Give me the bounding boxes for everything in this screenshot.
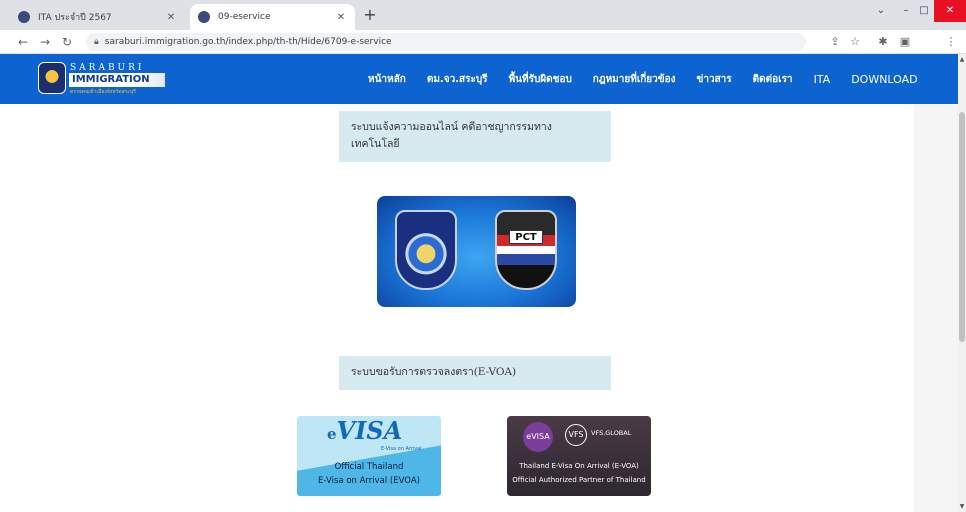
evisa-arrival-caption: E-Visa on Arrival	[381, 446, 422, 452]
lock-icon: 🔒︎	[94, 37, 99, 47]
immigration-favicon-icon	[18, 11, 30, 23]
share-icon[interactable]: ⇪	[826, 33, 844, 51]
scroll-up-icon[interactable]: ▲	[958, 56, 966, 63]
police-cybercrime-banner[interactable]: PCT	[377, 196, 576, 307]
close-icon[interactable]: ✕	[165, 12, 177, 23]
close-icon[interactable]: ✕	[335, 12, 347, 23]
evisa-badge: eVISA	[523, 422, 553, 452]
immigration-seal-icon	[38, 62, 66, 94]
tab-label: 09-eservice	[218, 12, 271, 22]
menu-laws[interactable]: กฎหมายที่เกี่ยวข้อง	[593, 72, 676, 87]
new-tab-button[interactable]: +	[360, 5, 380, 25]
scrollbar-thumb[interactable]	[959, 112, 965, 342]
logo-line-2: IMMIGRATION	[69, 73, 165, 87]
evisa-official-banner[interactable]: eVISA E-Visa on Arrival Official Thailan…	[297, 416, 441, 496]
kebab-menu-icon[interactable]: ⋮	[942, 33, 960, 51]
close-window-button[interactable]: ✕	[934, 0, 966, 22]
vfs-evisa-banner[interactable]: eVISA VFS VFS.GLOBAL Thailand E-Visa On …	[507, 416, 651, 496]
menu-contact[interactable]: ติดต่อเรา	[753, 72, 793, 87]
page-side-strip	[914, 104, 958, 512]
pct-shield-icon	[495, 210, 557, 290]
site-logo[interactable]: SARABURI IMMIGRATION ตรวจคนเข้าเมืองจังห…	[38, 61, 168, 95]
section-title-evoa: ระบบขอรับการตรวจลงตรา(E-VOA)	[339, 356, 611, 390]
tab-label: ITA ประจำปี 2567	[38, 13, 112, 23]
maximize-button[interactable]: □	[915, 0, 933, 22]
forward-arrow-icon[interactable]: →	[36, 33, 54, 51]
logo-line-3: ตรวจคนเข้าเมืองจังหวัดสระบุรี	[70, 89, 136, 95]
evisa-line-2: E-Visa on Arrival (EVOA)	[318, 476, 420, 486]
browser-toolbar: ← → ↻ 🔒︎ saraburi.immigration.go.th/index…	[0, 30, 966, 54]
immigration-favicon-icon	[198, 11, 210, 23]
browser-tab-strip: ITA ประจำปี 2567 ✕ 09-eservice ✕ + ⌄ – □…	[0, 0, 966, 30]
site-navbar: SARABURI IMMIGRATION ตรวจคนเข้าเมืองจังห…	[0, 54, 958, 104]
address-bar[interactable]: 🔒︎ saraburi.immigration.go.th/index.php/t…	[86, 33, 806, 51]
pct-badge-label: PCT	[509, 230, 543, 244]
sidepanel-icon[interactable]: ▣	[896, 33, 914, 51]
page-scrollbar[interactable]: ▲ ▼	[958, 54, 966, 512]
evisa-line-1: Official Thailand	[334, 462, 404, 472]
evisa-logo: eVISA	[327, 416, 403, 445]
back-arrow-icon[interactable]: ←	[14, 33, 32, 51]
vfs-line-2: Official Authorized Partner of Thailand	[512, 476, 646, 484]
tab-ita[interactable]: ITA ประจำปี 2567 ✕	[10, 4, 185, 30]
main-menu: หน้าหลัก ตม.จว.สระบุรี พื้นที่รับผิดชอบ …	[368, 54, 939, 104]
menu-area[interactable]: พื้นที่รับผิดชอบ	[509, 72, 572, 87]
extensions-icon[interactable]: ✱	[874, 33, 892, 51]
section-title-cybercrime: ระบบแจ้งความออนไลน์ คดีอาชญากรรมทาง เทคโ…	[339, 111, 611, 162]
menu-ita[interactable]: ITA	[814, 73, 831, 86]
tab-eservice[interactable]: 09-eservice ✕	[190, 4, 355, 30]
star-icon[interactable]: ☆	[846, 33, 864, 51]
tab-search-button[interactable]: ⌄	[872, 0, 890, 22]
menu-news[interactable]: ข่าวสาร	[697, 72, 732, 87]
police-shield-icon	[395, 210, 457, 290]
vfs-badge: VFS	[565, 424, 587, 446]
menu-download[interactable]: DOWNLOAD	[851, 73, 917, 86]
logo-line-1: SARABURI	[70, 63, 145, 73]
minimize-button[interactable]: –	[897, 0, 915, 22]
menu-office[interactable]: ตม.จว.สระบุรี	[427, 72, 488, 87]
menu-home[interactable]: หน้าหลัก	[368, 72, 406, 87]
url-text: saraburi.immigration.go.th/index.php/th-…	[104, 37, 392, 47]
reload-icon[interactable]: ↻	[58, 33, 76, 51]
vfs-line-1: Thailand E-Visa On Arrival (E-VOA)	[519, 462, 639, 470]
scroll-down-icon[interactable]: ▼	[958, 503, 966, 510]
vfs-brand: VFS.GLOBAL	[591, 429, 632, 437]
